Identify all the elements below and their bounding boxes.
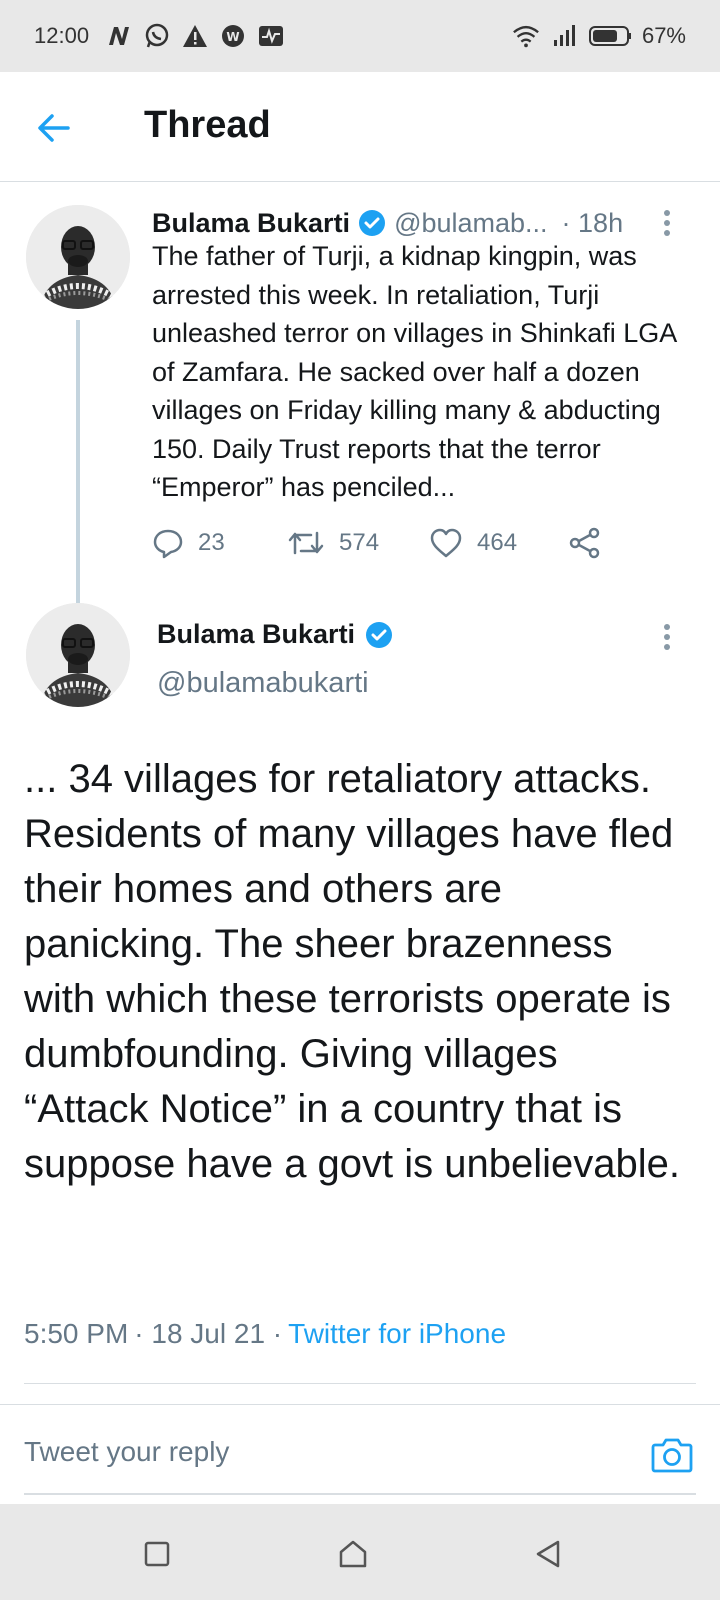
heart-icon [430, 528, 462, 558]
battery-icon [588, 22, 632, 50]
thread-connector-line [76, 320, 80, 610]
tweet-metadata: 5:50 PM · 18 Jul 21 · Twitter for iPhone [24, 1318, 506, 1350]
reply-icon [153, 529, 183, 559]
status-time: 12:00 [34, 23, 90, 48]
verified-badge-icon [365, 621, 393, 649]
vpn-icon: W [219, 22, 247, 50]
retweet-icon [288, 531, 324, 555]
svg-text:W: W [226, 30, 239, 44]
back-nav-button[interactable] [528, 1534, 568, 1574]
parent-tweet[interactable]: Bulama Bukarti @bulamab... · 18h The fat… [0, 183, 720, 603]
square-icon [144, 1541, 170, 1567]
share-icon [569, 527, 600, 559]
home-icon [339, 1540, 367, 1568]
author-handle[interactable]: @bulamabukarti [157, 667, 369, 700]
author-handle[interactable]: @bulamab... [394, 208, 547, 239]
battery-percent: 67% [641, 23, 686, 48]
share-button[interactable] [568, 523, 602, 563]
reply-count: 23 [198, 529, 225, 556]
tweet-text: The father of Turji, a kidnap kingpin, w… [152, 241, 676, 502]
warning-icon [181, 22, 209, 50]
focused-tweet-header: Bulama Bukarti @bulamabukarti [0, 603, 720, 723]
reply-underline [24, 1493, 696, 1495]
author-name[interactable]: Bulama Bukarti [157, 619, 355, 650]
wifi-icon [512, 22, 540, 50]
tweet-actions: 23 574 464 [152, 523, 622, 563]
reply-bar [0, 1404, 720, 1504]
like-button[interactable]: 464 [429, 523, 517, 563]
focused-tweet-author-row: Bulama Bukarti [157, 619, 393, 650]
tweet-date: · 18 Jul 21 · [134, 1318, 283, 1349]
more-options-button[interactable] [652, 617, 682, 657]
retweet-button[interactable]: 574 [287, 523, 379, 563]
camera-icon [651, 1438, 693, 1473]
triangle-back-icon [536, 1540, 560, 1568]
n-icon [105, 22, 133, 50]
system-navigation-bar [0, 1504, 720, 1600]
verified-badge-icon [358, 209, 386, 237]
divider [24, 1383, 696, 1384]
avatar[interactable] [26, 205, 130, 309]
page-title: Thread [144, 104, 271, 146]
signal-icon [550, 22, 578, 50]
more-vertical-icon [664, 210, 670, 236]
thread-header: Thread [0, 72, 720, 182]
whatsapp-icon [143, 22, 171, 50]
reply-button[interactable]: 23 [152, 523, 225, 563]
arrow-left-icon [38, 114, 70, 142]
like-count: 464 [477, 529, 518, 556]
tweet-timestamp: 5:50 PM [24, 1318, 129, 1349]
activity-icon [257, 22, 285, 50]
status-bar: 12:00 W 67% [0, 0, 720, 72]
back-button[interactable] [34, 108, 74, 148]
focused-tweet-text: ... 34 villages for retaliatory attacks.… [24, 757, 681, 1186]
reply-input[interactable] [24, 1427, 604, 1477]
tweet-source-link[interactable]: Twitter for iPhone [288, 1318, 506, 1350]
recents-button[interactable] [137, 1534, 177, 1574]
retweet-count: 574 [339, 529, 380, 556]
tweet-time: · 18h [561, 207, 624, 238]
more-vertical-icon [664, 624, 670, 650]
avatar[interactable] [26, 603, 130, 707]
home-button[interactable] [333, 1534, 373, 1574]
camera-button[interactable] [650, 1433, 694, 1477]
author-name[interactable]: Bulama Bukarti [152, 208, 350, 239]
